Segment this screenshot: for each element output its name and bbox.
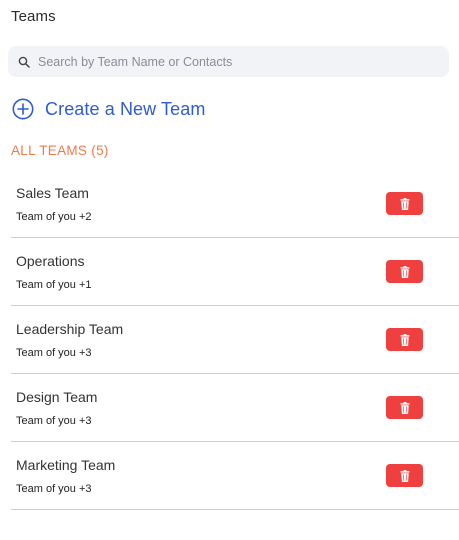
team-name: Marketing Team <box>16 457 116 473</box>
all-teams-heading: ALL TEAMS (5) <box>11 143 109 158</box>
team-name: Leadership Team <box>16 321 124 337</box>
delete-team-button[interactable] <box>386 192 423 215</box>
team-name: Sales Team <box>16 185 89 201</box>
team-members: Team of you +3 <box>16 483 92 495</box>
team-members: Team of you +3 <box>16 347 92 359</box>
delete-team-button[interactable] <box>386 464 423 487</box>
delete-team-button[interactable] <box>386 328 423 351</box>
trash-icon <box>400 469 410 482</box>
trash-icon <box>400 265 410 278</box>
create-team-label: Create a New Team <box>45 98 206 119</box>
team-row[interactable]: Marketing Team Team of you +3 <box>11 442 459 510</box>
search-icon <box>18 56 30 68</box>
delete-team-button[interactable] <box>386 260 423 283</box>
team-members: Team of you +1 <box>16 279 92 291</box>
team-list: Sales Team Team of you +2 Operations Tea… <box>11 170 459 510</box>
search-bar[interactable] <box>8 46 449 77</box>
search-input[interactable] <box>38 54 438 69</box>
team-row[interactable]: Leadership Team Team of you +3 <box>11 306 459 374</box>
trash-icon <box>400 197 410 210</box>
team-name: Operations <box>16 253 85 269</box>
team-row[interactable]: Operations Team of you +1 <box>11 238 459 306</box>
trash-icon <box>400 401 410 414</box>
team-name: Design Team <box>16 389 98 405</box>
team-members: Team of you +2 <box>16 211 92 223</box>
trash-icon <box>400 333 410 346</box>
page-title: Teams <box>11 8 56 25</box>
team-row[interactable]: Design Team Team of you +3 <box>11 374 459 442</box>
team-row[interactable]: Sales Team Team of you +2 <box>11 170 459 238</box>
delete-team-button[interactable] <box>386 396 423 419</box>
plus-circle-icon <box>12 98 34 120</box>
create-team-button[interactable]: Create a New Team <box>12 96 205 122</box>
team-members: Team of you +3 <box>16 415 92 427</box>
